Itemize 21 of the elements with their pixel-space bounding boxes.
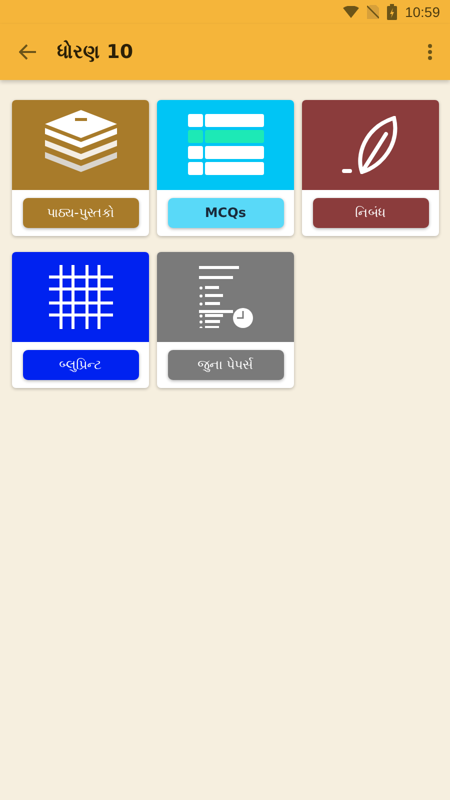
tile-card[interactable]: જુના પેપર્સ <box>157 252 294 388</box>
document-clock-icon <box>198 266 252 328</box>
tile-button[interactable]: જુના પેપર્સ <box>168 350 284 380</box>
no-sim-icon <box>366 5 379 19</box>
feather-icon <box>342 116 400 174</box>
back-arrow-icon[interactable] <box>19 44 37 60</box>
tile-card[interactable]: નિબંધ <box>302 100 439 236</box>
tile-button[interactable]: પાઠ્ય-પુસ્તકો <box>22 198 138 228</box>
screen-title: ધોરણ 10 <box>57 41 134 63</box>
grid-icon <box>48 265 112 329</box>
tile-card[interactable]: પાઠ્ય-પુસ્તકો <box>12 100 149 236</box>
tile-button[interactable]: નિબંધ <box>312 198 428 228</box>
tile-card[interactable]: બ્લુપ્રિન્ટ <box>12 252 149 388</box>
list-icon <box>188 114 264 176</box>
battery-icon <box>386 4 397 20</box>
wifi-icon <box>342 6 359 18</box>
tile-card[interactable]: MCQs <box>157 100 294 236</box>
tile-button[interactable]: બ્લુપ્રિન્ટ <box>22 350 138 380</box>
tile-button[interactable]: MCQs <box>168 198 284 228</box>
status-time: 10:59 <box>404 4 440 20</box>
more-options-icon[interactable] <box>428 44 432 60</box>
